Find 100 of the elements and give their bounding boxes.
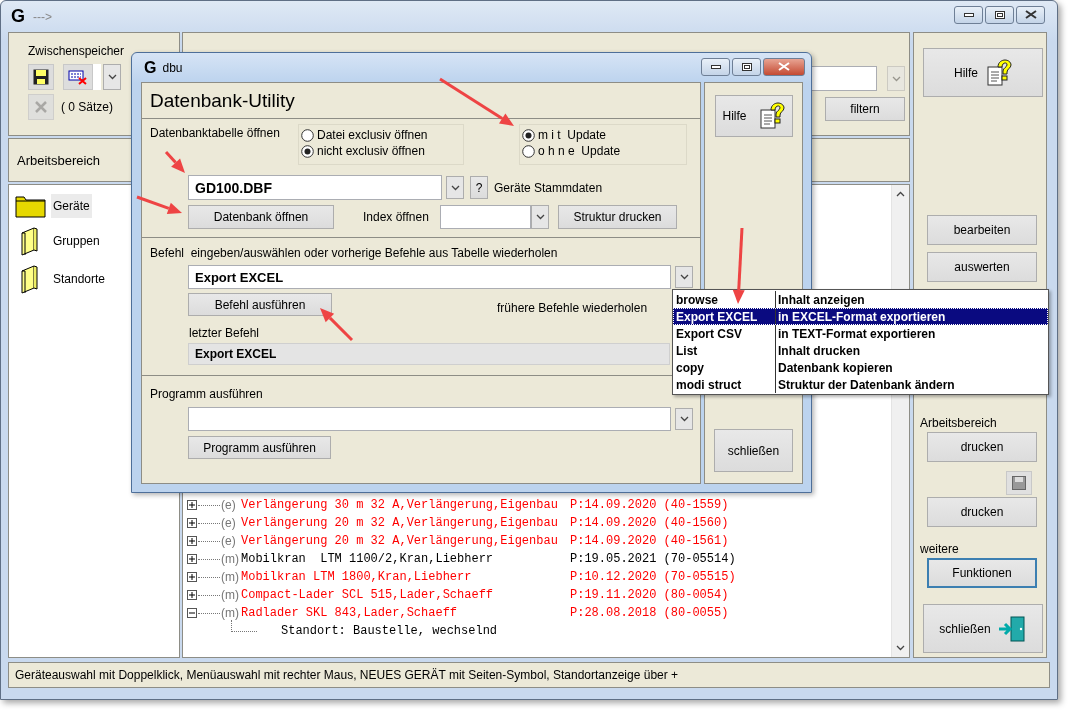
maximize-button[interactable] bbox=[985, 5, 1014, 24]
category-item[interactable]: Gruppen bbox=[51, 229, 102, 253]
type-marker: (e) bbox=[221, 498, 237, 512]
print-structure-button[interactable]: Struktur drucken bbox=[558, 205, 677, 229]
caret-icon bbox=[535, 214, 545, 220]
device-name: Verlängerung 20 m 32 A,Verlängerung,Eigenbau bbox=[241, 516, 559, 530]
type-marker: (m) bbox=[221, 588, 240, 602]
dialog-heading: Datenbank-Utility bbox=[150, 89, 295, 112]
category-item[interactable]: Standorte bbox=[51, 267, 108, 291]
input-field[interactable] bbox=[93, 64, 101, 90]
command-item[interactable]: copy Datenbank kopieren bbox=[673, 359, 1048, 376]
radio-label: m i t Update bbox=[538, 128, 607, 142]
floppy-icon bbox=[1012, 476, 1026, 490]
date-code: P:28.08.2018 (80-0055) bbox=[570, 606, 729, 620]
filter-button[interactable]: filtern bbox=[825, 97, 905, 121]
command-item[interactable]: modi struct Struktur der Datenbank ändern bbox=[673, 376, 1048, 393]
status-bar: Geräteauswahl mit Doppelklick, Menüauswahl mit rechter Maus, NEUES GERÄT mit Seiten-Symbol, Standortanzeige über + bbox=[8, 662, 1050, 688]
app-logo: G bbox=[11, 6, 25, 27]
functions-button[interactable]: Funktionen bbox=[927, 558, 1037, 588]
tree-row[interactable]: (m) Mobilkran LTM 1100/2,Kran,Liebherr P:19.05.2021 (70-05514) bbox=[187, 550, 891, 568]
open-database-button[interactable]: Datenbank öffnen bbox=[188, 205, 334, 229]
command-item[interactable]: List Inhalt drucken bbox=[673, 342, 1048, 359]
device-name: Verlängerung 30 m 32 A,Verlängerung,Eigenbau bbox=[241, 498, 559, 512]
location-text: Standort: Baustelle, wechselnd bbox=[281, 624, 498, 638]
maximize-button[interactable] bbox=[732, 57, 761, 76]
field-label: Index öffnen bbox=[363, 210, 430, 224]
category-item[interactable]: Geräte bbox=[51, 194, 92, 218]
close-button[interactable]: schließen bbox=[714, 429, 793, 472]
radio-button[interactable] bbox=[522, 144, 535, 158]
close-app-button[interactable]: schließen bbox=[923, 604, 1043, 653]
action-button[interactable]: auswerten bbox=[927, 252, 1037, 282]
device-name: Mobilkran LTM 1100/2,Kran,Liebherr bbox=[241, 552, 495, 566]
scroll-down-icon bbox=[896, 645, 905, 651]
radio-button[interactable] bbox=[301, 128, 314, 142]
maximize-icon bbox=[994, 10, 1005, 19]
arrow bbox=[164, 151, 185, 173]
help-button[interactable]: ? bbox=[470, 176, 488, 199]
section-label: Befehl eingeben/auswählen oder vorherige Befehle aus Tabelle wiederholen bbox=[150, 246, 559, 260]
app-logo: G bbox=[144, 58, 157, 77]
tree-row[interactable]: (e) Verlängerung 20 m 32 A,Verlängerung,Eigenbau P:14.09.2020 (40-1561) bbox=[187, 532, 891, 550]
caret-icon bbox=[891, 75, 901, 82]
expand-icon[interactable] bbox=[187, 536, 197, 546]
device-name: Verlängerung 20 m 32 A,Verlängerung,Eigenbau bbox=[241, 534, 559, 548]
help-button[interactable]: Hilfe bbox=[923, 48, 1043, 97]
program-field[interactable] bbox=[188, 407, 671, 431]
help-button[interactable]: Hilfe bbox=[714, 95, 793, 137]
table-field[interactable]: GD100.DBF bbox=[188, 175, 442, 200]
section-label: Programm ausführen bbox=[150, 387, 263, 401]
device-name: Radlader SKL 843,Lader,Schaeff bbox=[241, 606, 459, 620]
index-field[interactable] bbox=[440, 205, 531, 229]
type-marker: (m) bbox=[221, 570, 240, 584]
expand-icon[interactable] bbox=[187, 554, 197, 564]
tree-row[interactable]: (m) Compact-Lader SCL 515,Lader,Schaeff P:19.11.2020 (80-0054) bbox=[187, 586, 891, 604]
type-marker: (m) bbox=[221, 552, 240, 566]
command-field[interactable]: Export EXCEL bbox=[188, 265, 671, 289]
collapse-icon[interactable] bbox=[187, 608, 197, 618]
expand-icon[interactable] bbox=[187, 518, 197, 528]
radio-label: nicht exclusiv öffnen bbox=[317, 144, 425, 158]
tree-row[interactable]: (m) Mobilkran LTM 1800,Kran,Liebherr P:10.12.2020 (70-05515) bbox=[187, 568, 891, 586]
scroll-up-icon bbox=[896, 191, 905, 197]
radio-button[interactable] bbox=[522, 128, 535, 142]
section-title: Arbeitsbereich bbox=[17, 152, 101, 168]
close-icon bbox=[778, 62, 790, 71]
expand-icon[interactable] bbox=[187, 500, 197, 510]
run-program-button[interactable]: Programm ausführen bbox=[188, 436, 331, 459]
command-item[interactable]: Export CSV in TEXT-Format exportieren bbox=[673, 325, 1048, 342]
device-name: Mobilkran LTM 1800,Kran,Liebherr bbox=[241, 570, 473, 584]
minimize-button[interactable] bbox=[701, 57, 730, 76]
action-button[interactable]: bearbeiten bbox=[927, 215, 1037, 245]
tree-row[interactable]: (e) Verlängerung 30 m 32 A,Verlängerung,Eigenbau P:14.09.2020 (40-1559) bbox=[187, 496, 891, 514]
caret-icon bbox=[450, 184, 460, 191]
print-button[interactable]: drucken bbox=[927, 432, 1037, 462]
minimize-button[interactable] bbox=[954, 5, 983, 24]
close-button[interactable] bbox=[1016, 5, 1045, 24]
save-button[interactable] bbox=[28, 64, 54, 90]
expand-icon[interactable] bbox=[187, 590, 197, 600]
caret-icon bbox=[107, 74, 117, 80]
run-command-button[interactable]: Befehl ausführen bbox=[188, 293, 332, 316]
clear-button[interactable] bbox=[63, 64, 93, 90]
arrow bbox=[320, 308, 354, 342]
radio-label: o h n e Update bbox=[538, 144, 621, 158]
maximize-icon bbox=[741, 62, 752, 71]
minimize-icon bbox=[963, 12, 974, 17]
tree-row[interactable]: (m) Radlader SKL 843,Lader,Schaeff P:28.08.2018 (80-0055) bbox=[187, 604, 891, 622]
tree-row[interactable]: (e) Verlängerung 20 m 32 A,Verlängerung,Eigenbau P:14.09.2020 (40-1560) bbox=[187, 514, 891, 532]
minimize-icon bbox=[710, 64, 721, 69]
type-marker: (e) bbox=[221, 516, 237, 530]
date-code: P:19.11.2020 (80-0054) bbox=[570, 588, 729, 602]
close-button[interactable] bbox=[763, 57, 805, 76]
radio-button[interactable] bbox=[301, 144, 314, 158]
arrow bbox=[136, 195, 182, 214]
command-item[interactable]: Export EXCEL in EXCEL-Format exportieren bbox=[673, 308, 1048, 325]
close-icon bbox=[1024, 10, 1037, 19]
section-title: weitere bbox=[920, 542, 959, 556]
type-marker: (e) bbox=[221, 534, 237, 548]
expand-icon[interactable] bbox=[187, 572, 197, 582]
type-marker: (m) bbox=[221, 606, 240, 620]
folder-icon bbox=[15, 194, 47, 218]
date-code: P:14.09.2020 (40-1561) bbox=[570, 534, 729, 548]
print-button[interactable]: drucken bbox=[927, 497, 1037, 527]
